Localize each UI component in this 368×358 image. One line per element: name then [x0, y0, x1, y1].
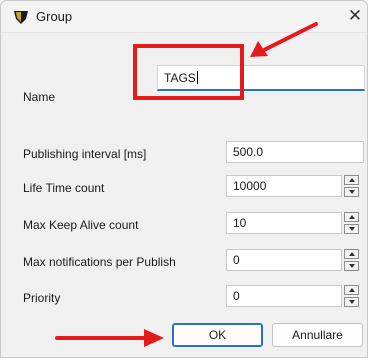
max-keep-alive-label: Max Keep Alive count	[23, 218, 139, 232]
max-keep-alive-input[interactable]: 10	[226, 212, 342, 234]
max-notifications-input[interactable]: 0	[226, 249, 342, 271]
spin-down-icon[interactable]	[344, 187, 359, 197]
life-time-count-label: Life Time count	[23, 181, 105, 195]
cancel-button[interactable]: Annullare	[272, 323, 363, 347]
max-notifications-spinner[interactable]	[344, 249, 359, 271]
ok-button[interactable]: OK	[172, 323, 263, 347]
name-label: Name	[23, 90, 56, 104]
shield-icon	[13, 9, 29, 25]
life-time-count-spinner[interactable]	[344, 175, 359, 197]
publishing-interval-label: Publishing interval [ms]	[23, 147, 147, 161]
spin-down-icon[interactable]	[344, 261, 359, 271]
title-bar: Group ✕	[1, 1, 367, 33]
spin-up-icon[interactable]	[344, 212, 359, 222]
close-icon[interactable]: ✕	[344, 5, 366, 27]
window-title: Group	[36, 9, 73, 24]
priority-label: Priority	[23, 291, 61, 305]
max-keep-alive-spinner[interactable]	[344, 212, 359, 234]
highlight-box	[133, 44, 244, 100]
spin-down-icon[interactable]	[344, 224, 359, 234]
spin-down-icon[interactable]	[344, 297, 359, 307]
spin-up-icon[interactable]	[344, 249, 359, 259]
publishing-interval-input[interactable]: 500.0	[226, 141, 364, 163]
max-notifications-label: Max notifications per Publish	[23, 255, 176, 269]
priority-input[interactable]: 0	[226, 285, 342, 307]
spin-up-icon[interactable]	[344, 285, 359, 295]
life-time-count-input[interactable]: 10000	[226, 175, 342, 197]
spin-up-icon[interactable]	[344, 175, 359, 185]
priority-spinner[interactable]	[344, 285, 359, 307]
